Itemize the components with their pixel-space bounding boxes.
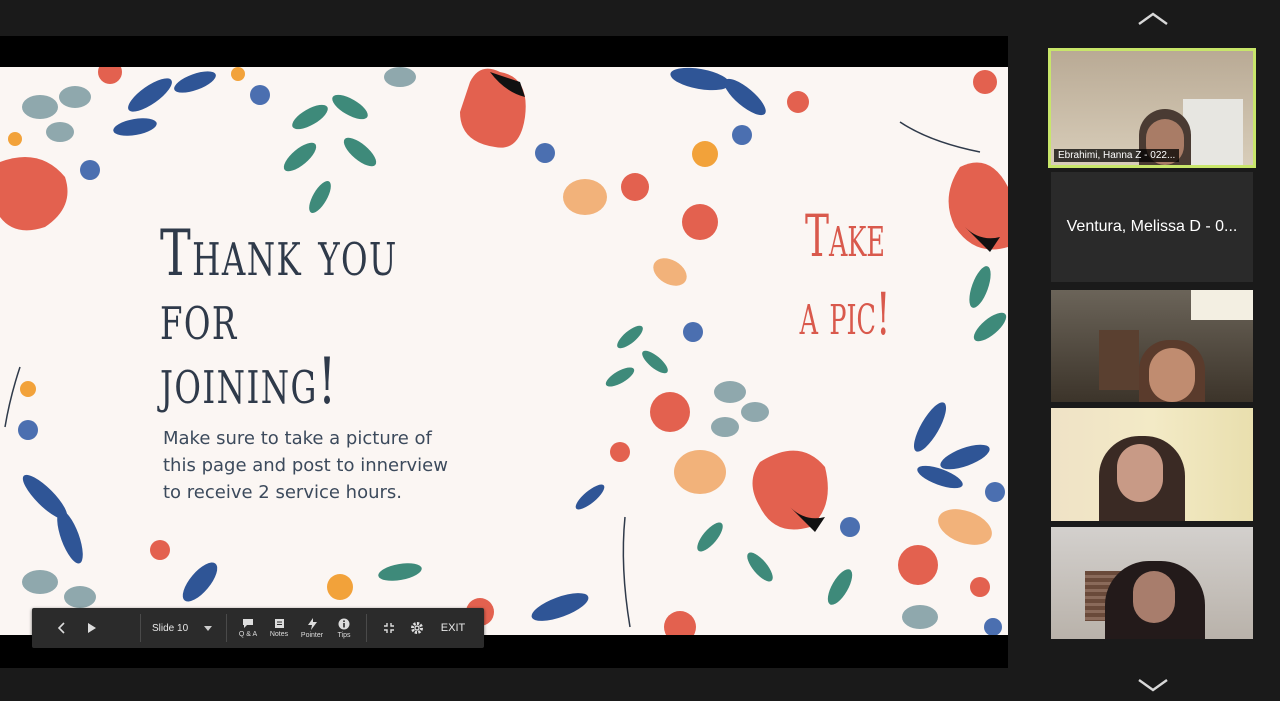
qa-label: Q & A bbox=[238, 631, 258, 638]
toolbar-divider bbox=[226, 614, 227, 642]
participant-name: Ebrahimi, Hanna Z - 022... bbox=[1054, 149, 1180, 162]
settings-button[interactable] bbox=[406, 608, 428, 648]
slide-select-value: Slide 10 bbox=[152, 622, 189, 634]
chevron-up-icon bbox=[1138, 12, 1168, 25]
notes-label: Notes bbox=[269, 631, 289, 638]
scroll-down-button[interactable] bbox=[1136, 674, 1170, 696]
face-shape bbox=[1149, 348, 1195, 402]
toolbar-divider bbox=[140, 614, 141, 642]
qa-button[interactable]: Q & A bbox=[234, 608, 262, 648]
previous-slide-button[interactable] bbox=[50, 608, 74, 648]
exit-fullscreen-button[interactable] bbox=[378, 608, 400, 648]
info-icon bbox=[338, 618, 350, 629]
play-button[interactable] bbox=[80, 608, 104, 648]
notes-icon bbox=[274, 619, 284, 628]
slide-callout: Take a pic! bbox=[799, 202, 891, 348]
chevron-left-icon bbox=[57, 622, 65, 634]
participant-tile[interactable] bbox=[1051, 408, 1253, 521]
slide-body-text: Make sure to take a picture of this page… bbox=[163, 428, 448, 503]
shelf-shape bbox=[1099, 330, 1139, 390]
participant-name: Ventura, Melissa D - 0... bbox=[1066, 218, 1238, 235]
notes-button[interactable]: Notes bbox=[266, 608, 292, 648]
tips-label: Tips bbox=[337, 631, 351, 639]
tips-button[interactable]: Tips bbox=[332, 608, 356, 648]
participant-tile[interactable]: Ventura, Melissa D - 0... bbox=[1051, 172, 1253, 282]
toolbar-divider bbox=[366, 614, 367, 642]
presentation-slide: Thank you for joining! Make sure to take… bbox=[0, 67, 1008, 635]
exit-label: EXIT bbox=[440, 622, 466, 634]
window-shape bbox=[1183, 99, 1243, 165]
presenter-toolbar: Slide 10 Q & A Notes Pointer Tips EXIT bbox=[32, 608, 484, 648]
scroll-up-button[interactable] bbox=[1136, 8, 1170, 30]
slide-select[interactable]: Slide 10 bbox=[148, 608, 216, 648]
face-shape bbox=[1117, 444, 1163, 502]
window-shape bbox=[1191, 290, 1253, 320]
slide-title: Thank you for joining! bbox=[160, 217, 398, 419]
participant-video: Ebrahimi, Hanna Z - 022... bbox=[1051, 51, 1253, 165]
participant-tile[interactable] bbox=[1051, 290, 1253, 402]
participant-tile[interactable] bbox=[1051, 527, 1253, 639]
gear-icon bbox=[411, 622, 423, 634]
chevron-down-icon bbox=[1138, 679, 1168, 692]
caret-down-icon bbox=[204, 625, 212, 631]
play-icon bbox=[88, 623, 96, 633]
pointer-label: Pointer bbox=[300, 631, 324, 639]
face-shape bbox=[1133, 571, 1175, 623]
pointer-bolt-icon bbox=[307, 617, 317, 630]
chat-bubble-icon bbox=[243, 619, 253, 628]
collapse-icon bbox=[384, 623, 394, 633]
exit-button[interactable]: EXIT bbox=[436, 608, 470, 648]
pointer-button[interactable]: Pointer bbox=[296, 608, 328, 648]
participant-tile[interactable]: Ebrahimi, Hanna Z - 022... bbox=[1048, 48, 1256, 168]
